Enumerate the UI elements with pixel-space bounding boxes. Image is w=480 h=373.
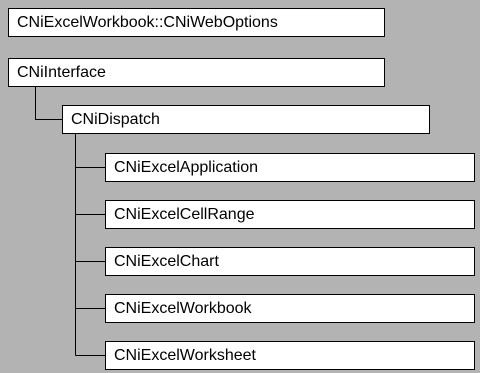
connector-root-child [35,87,62,120]
node-leaf: CNiExcelWorkbook [105,294,475,323]
node-root: CNiInterface [8,58,385,87]
node-leaf: CNiExcelCellRange [105,200,475,229]
node-root-label: CNiInterface [17,64,106,81]
class-title-label: CNiExcelWorkbook::CNiWebOptions [17,14,278,31]
node-leaf-label: CNiExcelCellRange [114,206,255,223]
node-leaf-label: CNiExcelWorkbook [114,300,252,317]
node-child: CNiDispatch [62,105,430,134]
node-leaf: CNiExcelWorksheet [105,341,475,370]
class-title-box: CNiExcelWorkbook::CNiWebOptions [8,8,385,37]
node-leaf-label: CNiExcelWorksheet [114,347,256,364]
node-leaf-label: CNiExcelApplication [114,159,259,176]
node-leaf: CNiExcelApplication [105,153,475,182]
node-leaf: CNiExcelChart [105,247,475,276]
node-child-label: CNiDispatch [71,111,160,128]
node-leaf-label: CNiExcelChart [114,253,219,270]
